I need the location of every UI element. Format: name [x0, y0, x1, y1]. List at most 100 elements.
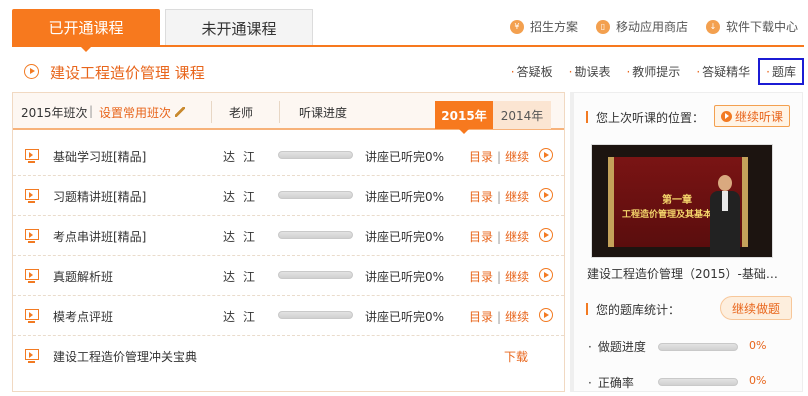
play-circle-icon[interactable]	[539, 188, 553, 202]
course-sub-links: · 答疑板 · 勘误表 · 教师提示 · 答疑精华 · 题库	[503, 58, 804, 85]
row-actions: 目录 | 继续	[469, 310, 530, 324]
teacher-name: 达江	[223, 230, 264, 244]
top-links: ¥ 招生方案 ▯ 移动应用商店 ↓ 软件下载中心	[509, 18, 798, 35]
video-thumbnail[interactable]: 第一章 工程造价管理及其基本制	[591, 144, 773, 258]
phone-icon: ▯	[595, 19, 610, 34]
table-row: 基础学习班[精品] 达江 讲座已听完0% 目录 | 继续	[13, 136, 564, 176]
teacher-header: 老师	[229, 106, 254, 120]
course-title-row: 建设工程造价管理 课程 · 答疑板 · 勘误表 · 教师提示 · 答疑精华 · 题库	[12, 56, 804, 88]
column-divider	[279, 101, 280, 123]
continue-link[interactable]: 继续	[505, 150, 529, 164]
software-download-label: 软件下载中心	[725, 20, 798, 34]
video-screen-icon	[25, 229, 39, 243]
qa-board-link[interactable]: · 答疑板	[503, 63, 561, 85]
tab-opened-courses[interactable]: 已开通课程	[12, 9, 160, 52]
coin-icon: ¥	[509, 19, 524, 34]
download-link[interactable]: 下载	[504, 348, 528, 365]
progress-text: 讲座已听完0%	[365, 230, 445, 244]
enrollment-plan-link[interactable]: ¥ 招生方案	[509, 18, 578, 35]
class-name[interactable]: 真题解析班	[53, 268, 113, 285]
progress-text: 讲座已听完0%	[365, 270, 445, 284]
catalog-link[interactable]: 目录	[469, 190, 493, 204]
class-name[interactable]: 基础学习班[精品]	[53, 148, 146, 165]
continue-lesson-button[interactable]: 继续听课	[714, 105, 790, 127]
teacher-name: 达江	[223, 310, 264, 324]
accuracy-bar	[658, 378, 738, 386]
progress-bar	[278, 231, 353, 239]
header-divider: |	[89, 104, 94, 118]
last-position-heading: 您上次听课的位置：	[586, 109, 704, 126]
catalog-link[interactable]: 目录	[469, 270, 493, 284]
play-circle-icon[interactable]	[539, 268, 553, 282]
enrollment-plan-label: 招生方案	[529, 20, 578, 34]
top-bar: 已开通课程 未开通课程 ¥ 招生方案 ▯ 移动应用商店 ↓ 软件下载中心	[0, 0, 808, 52]
teacher-tips-link[interactable]: · 教师提示	[618, 63, 688, 85]
catalog-link[interactable]: 目录	[469, 310, 493, 324]
lecturer-figure	[710, 175, 740, 257]
column-divider	[211, 101, 212, 123]
software-download-link[interactable]: ↓ 软件下载中心	[705, 18, 798, 35]
class-name[interactable]: 习题精讲班[精品]	[53, 188, 146, 205]
set-common-class-link[interactable]: 设置常用班次	[99, 104, 186, 121]
progress-text: 讲座已听完0%	[365, 190, 445, 204]
continue-link[interactable]: 继续	[505, 230, 529, 244]
progress-header: 听课进度	[299, 106, 348, 120]
mobile-app-store-label: 移动应用商店	[615, 20, 688, 34]
download-item-name: 建设工程造价管理冲关宝典	[53, 350, 198, 364]
teacher-name: 达江	[223, 150, 264, 164]
progress-bar	[278, 311, 353, 319]
tab-unopened-courses[interactable]: 未开通课程	[165, 9, 313, 46]
question-bank-link[interactable]: · 题库	[758, 58, 804, 85]
table-row: 真题解析班 达江 讲座已听完0% 目录 | 继续	[13, 256, 564, 296]
continue-practice-button[interactable]: 继续做题	[720, 296, 792, 320]
teacher-name: 达江	[223, 190, 264, 204]
video-screen-icon	[25, 189, 39, 203]
practice-progress-value: 0%	[749, 339, 767, 352]
course-title: 建设工程造价管理 课程	[50, 64, 205, 82]
accuracy-value: 0%	[749, 374, 767, 387]
table-header: 2015年班次 | 设置常用班次 老师 听课进度 2015年 2014年	[13, 93, 564, 134]
class-name[interactable]: 考点串讲班[精品]	[53, 228, 146, 245]
catalog-link[interactable]: 目录	[469, 150, 493, 164]
continue-link[interactable]: 继续	[505, 270, 529, 284]
progress-bar	[278, 271, 353, 279]
stats-heading: 您的题库统计：	[586, 301, 680, 318]
continue-link[interactable]: 继续	[505, 190, 529, 204]
video-screen-icon	[25, 309, 39, 323]
progress-text: 讲座已听完0%	[365, 310, 445, 324]
mobile-app-store-link[interactable]: ▯ 移动应用商店	[595, 18, 688, 35]
progress-bar	[278, 191, 353, 199]
progress-bar	[278, 151, 353, 159]
video-title-text: 工程造价管理及其基本制	[622, 210, 722, 220]
table-row: 考点串讲班[精品] 达江 讲座已听完0% 目录 | 继续	[13, 216, 564, 256]
play-circle-icon[interactable]	[539, 308, 553, 322]
table-row: 模考点评班 达江 讲座已听完0% 目录 | 继续	[13, 296, 564, 336]
year-tab-2015[interactable]: 2015年	[435, 101, 493, 134]
qa-highlights-link[interactable]: · 答疑精华	[688, 63, 758, 85]
download-row: 建设工程造价管理冲关宝典 下载	[13, 336, 564, 376]
video-screen-icon	[25, 269, 39, 283]
tab-underline	[12, 45, 804, 47]
row-actions: 目录 | 继续	[469, 230, 530, 244]
video-caption[interactable]: 建设工程造价管理（2015）-基础…	[587, 265, 778, 282]
play-icon	[720, 110, 732, 122]
row-actions: 目录 | 继续	[469, 190, 530, 204]
play-circle-icon[interactable]	[539, 228, 553, 242]
course-table: 2015年班次 | 设置常用班次 老师 听课进度 2015年 2014年 基础学…	[12, 92, 565, 392]
play-circle-icon	[24, 64, 39, 79]
video-chapter-text: 第一章	[662, 195, 692, 206]
class-name[interactable]: 模考点评班	[53, 308, 113, 325]
right-panel: 您上次听课的位置： 继续听课 第一章 工程造价管理及其基本制 建设工程造价管理（…	[570, 92, 803, 392]
progress-text: 讲座已听完0%	[365, 150, 445, 164]
catalog-link[interactable]: 目录	[469, 230, 493, 244]
teacher-name: 达江	[223, 270, 264, 284]
play-circle-icon[interactable]	[539, 148, 553, 162]
errata-link[interactable]: · 勘误表	[561, 63, 619, 85]
stat-practice-progress-label: · 做题进度	[588, 340, 646, 354]
row-actions: 目录 | 继续	[469, 270, 530, 284]
practice-progress-bar	[658, 343, 738, 351]
continue-link[interactable]: 继续	[505, 310, 529, 324]
continue-lesson-label: 继续听课	[734, 109, 783, 124]
class-year-label: 2015年班次	[21, 106, 88, 120]
year-tab-2014[interactable]: 2014年	[493, 101, 551, 129]
